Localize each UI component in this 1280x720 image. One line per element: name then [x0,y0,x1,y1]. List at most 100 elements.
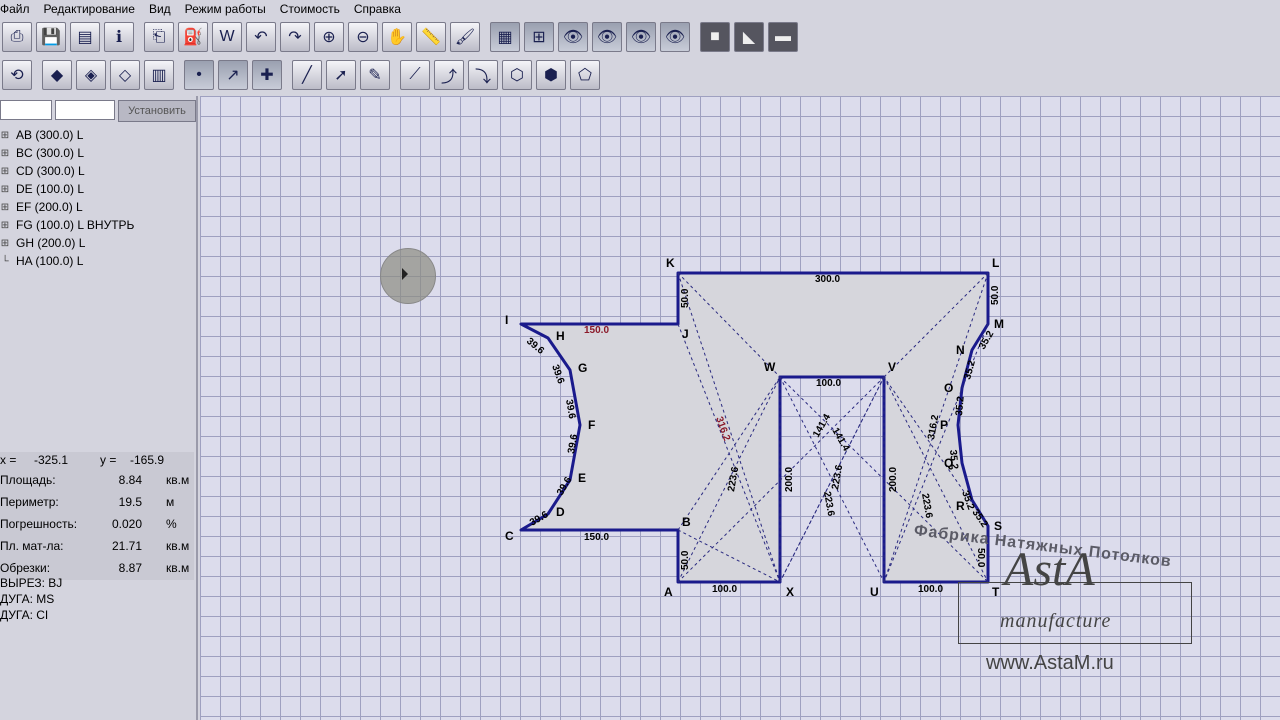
y-label: y = [100,453,117,467]
left-panel: Установить ⊞ AB (300.0) L ⊞ BC (300.0) L ⊞ CD… [0,96,198,720]
tree-item[interactable]: ⊞ GH (200.0) L [0,234,198,252]
dimension-label: 50.0 [975,548,986,568]
shape-2-icon[interactable]: ⤴ [434,60,464,90]
corner-icon[interactable]: ◣ [734,22,764,52]
dimension-label: 100.0 [816,378,841,389]
dimension-label: 100.0 [712,584,737,595]
arrow-tool-icon[interactable]: ➚ [326,60,356,90]
menu-item-1[interactable]: Редактирование [44,2,143,16]
stat-value: 0.020 [111,517,142,531]
menu-item-5[interactable]: Справка [354,2,409,16]
diamond-outline-icon[interactable]: ◇ [110,60,140,90]
dimension-label: 141.4 [811,412,833,440]
line-tool-icon[interactable]: ╱ [292,60,322,90]
vertex-label-l: L [992,256,999,270]
vertex-label-j: J [682,327,689,341]
vertex-label-v: V [888,360,896,374]
monitor-eye-icon[interactable]: 👁 [592,22,622,52]
expand-icon[interactable]: ⊞ [0,238,10,249]
eye-icon[interactable]: 👁 [558,22,588,52]
open-icon[interactable]: ▤ [70,22,100,52]
x-label: x = [0,453,17,467]
shape-5-icon[interactable]: ⬢ [536,60,566,90]
shape-4-icon[interactable]: ⬡ [502,60,532,90]
node-add-icon[interactable]: ✚ [252,60,282,90]
tree-item[interactable]: └ HA (100.0) L [0,252,198,270]
menu-item-0[interactable]: Файл [0,2,38,16]
undo-icon[interactable]: ↶ [246,22,276,52]
tree-item[interactable]: ⊞ FG (100.0) L ВНУТРЬ [0,216,198,234]
tree-item[interactable]: ⊞ EF (200.0) L [0,198,198,216]
rotate-90-icon[interactable]: ⟲ [2,60,32,90]
diamond-down-icon[interactable]: ◈ [76,60,106,90]
expand-icon[interactable]: ⊞ [0,202,10,213]
paint-bucket-icon[interactable]: ⛽ [178,22,208,52]
fill-square-icon[interactable]: ■ [700,22,730,52]
pen-tool-icon[interactable]: ✎ [360,60,390,90]
shape-1-icon[interactable]: ⟋ [400,60,430,90]
x-value: -325.1 [34,453,69,467]
w-icon[interactable]: W [212,22,242,52]
properties-icon[interactable]: ⎗ [144,22,174,52]
expand-icon[interactable]: ⊞ [0,130,10,141]
info-icon[interactable]: ℹ [104,22,134,52]
shape-6-icon[interactable]: ⬠ [570,60,600,90]
dimension-label: 35.2 [954,395,967,416]
grid-snap-icon[interactable]: ⊞ [524,22,554,52]
eye-edit-icon[interactable]: 👁 [660,22,690,52]
vertex-label-c: C [505,529,514,543]
expand-icon[interactable]: ⊞ [0,148,10,159]
tree-item[interactable]: ⊞ BC (300.0) L [0,144,198,162]
stat-row: Периметр: 19.5 м [0,492,194,514]
eye-off-icon[interactable]: 👁 [626,22,656,52]
tree-item-label: BC (300.0) L [16,146,85,160]
node-point-icon[interactable]: • [184,60,214,90]
ceiling-drawing[interactable]: K LMNOPQRSTUVWXABCDEFGHIJ300.050.0150.015… [200,96,1080,624]
dimension-label: 39.6 [563,399,577,421]
tree-item[interactable]: ⊞ AB (300.0) L [0,126,198,144]
redo-icon[interactable]: ↷ [280,22,310,52]
grid-icon[interactable]: ▦ [490,22,520,52]
node-edit-icon[interactable]: ↗ [218,60,248,90]
input-row: Установить [0,100,198,122]
drawing-canvas[interactable]: K L M N O P Q R S T U V W X A B C D E F G H I J 300.0 50.0 150.0 15… [200,96,1280,720]
vertex-label-s: S [994,519,1002,533]
expand-icon[interactable]: ⊞ [0,220,10,231]
stat-value: 21.71 [111,539,142,553]
diamond-icon[interactable]: ◆ [42,60,72,90]
menu-item-2[interactable]: Вид [149,2,179,16]
layers-icon[interactable]: ▥ [144,60,174,90]
cursor-arrow-icon [402,268,408,280]
param-input-1[interactable] [0,100,52,120]
hand-icon[interactable]: ✋ [382,22,412,52]
stat-label: Площадь: [0,473,56,487]
new-icon[interactable]: ⎙ [2,22,32,52]
ruler-icon[interactable]: 📏 [416,22,446,52]
menu-item-3[interactable]: Режим работы [185,2,274,16]
menu-item-4[interactable]: Стоимость [280,2,348,16]
set-button[interactable]: Установить [118,100,196,122]
dimension-label: 50.0 [990,285,1001,305]
vertex-label-o: O [944,381,953,395]
save-icon[interactable]: 💾 [36,22,66,52]
stat-unit: % [166,517,177,531]
shape-3-icon[interactable]: ⤵ [468,60,498,90]
zoom-in-icon[interactable]: ⊕ [314,22,344,52]
param-input-2[interactable] [55,100,115,120]
dimension-label: 150.0 [584,532,609,543]
stat-unit: кв.м [166,561,190,575]
tree-item[interactable]: ⊞ CD (300.0) L [0,162,198,180]
expand-icon[interactable]: ⊞ [0,184,10,195]
expand-icon[interactable]: └ [0,256,10,267]
stat-row: Погрешность: 0.020% [0,514,194,536]
line-icon[interactable]: ▬ [768,22,798,52]
zoom-out-icon[interactable]: ⊖ [348,22,378,52]
expand-icon[interactable]: ⊞ [0,166,10,177]
vertex-label-a: A [664,585,673,599]
tree-item-label: HA (100.0) L [16,254,84,268]
vertex-label-g: G [578,361,587,375]
dimension-label: 223.6 [830,464,845,491]
stat-label: Периметр: [0,495,59,509]
tree-item[interactable]: ⊞ DE (100.0) L [0,180,198,198]
brush-icon[interactable]: 🖌 [450,22,480,52]
